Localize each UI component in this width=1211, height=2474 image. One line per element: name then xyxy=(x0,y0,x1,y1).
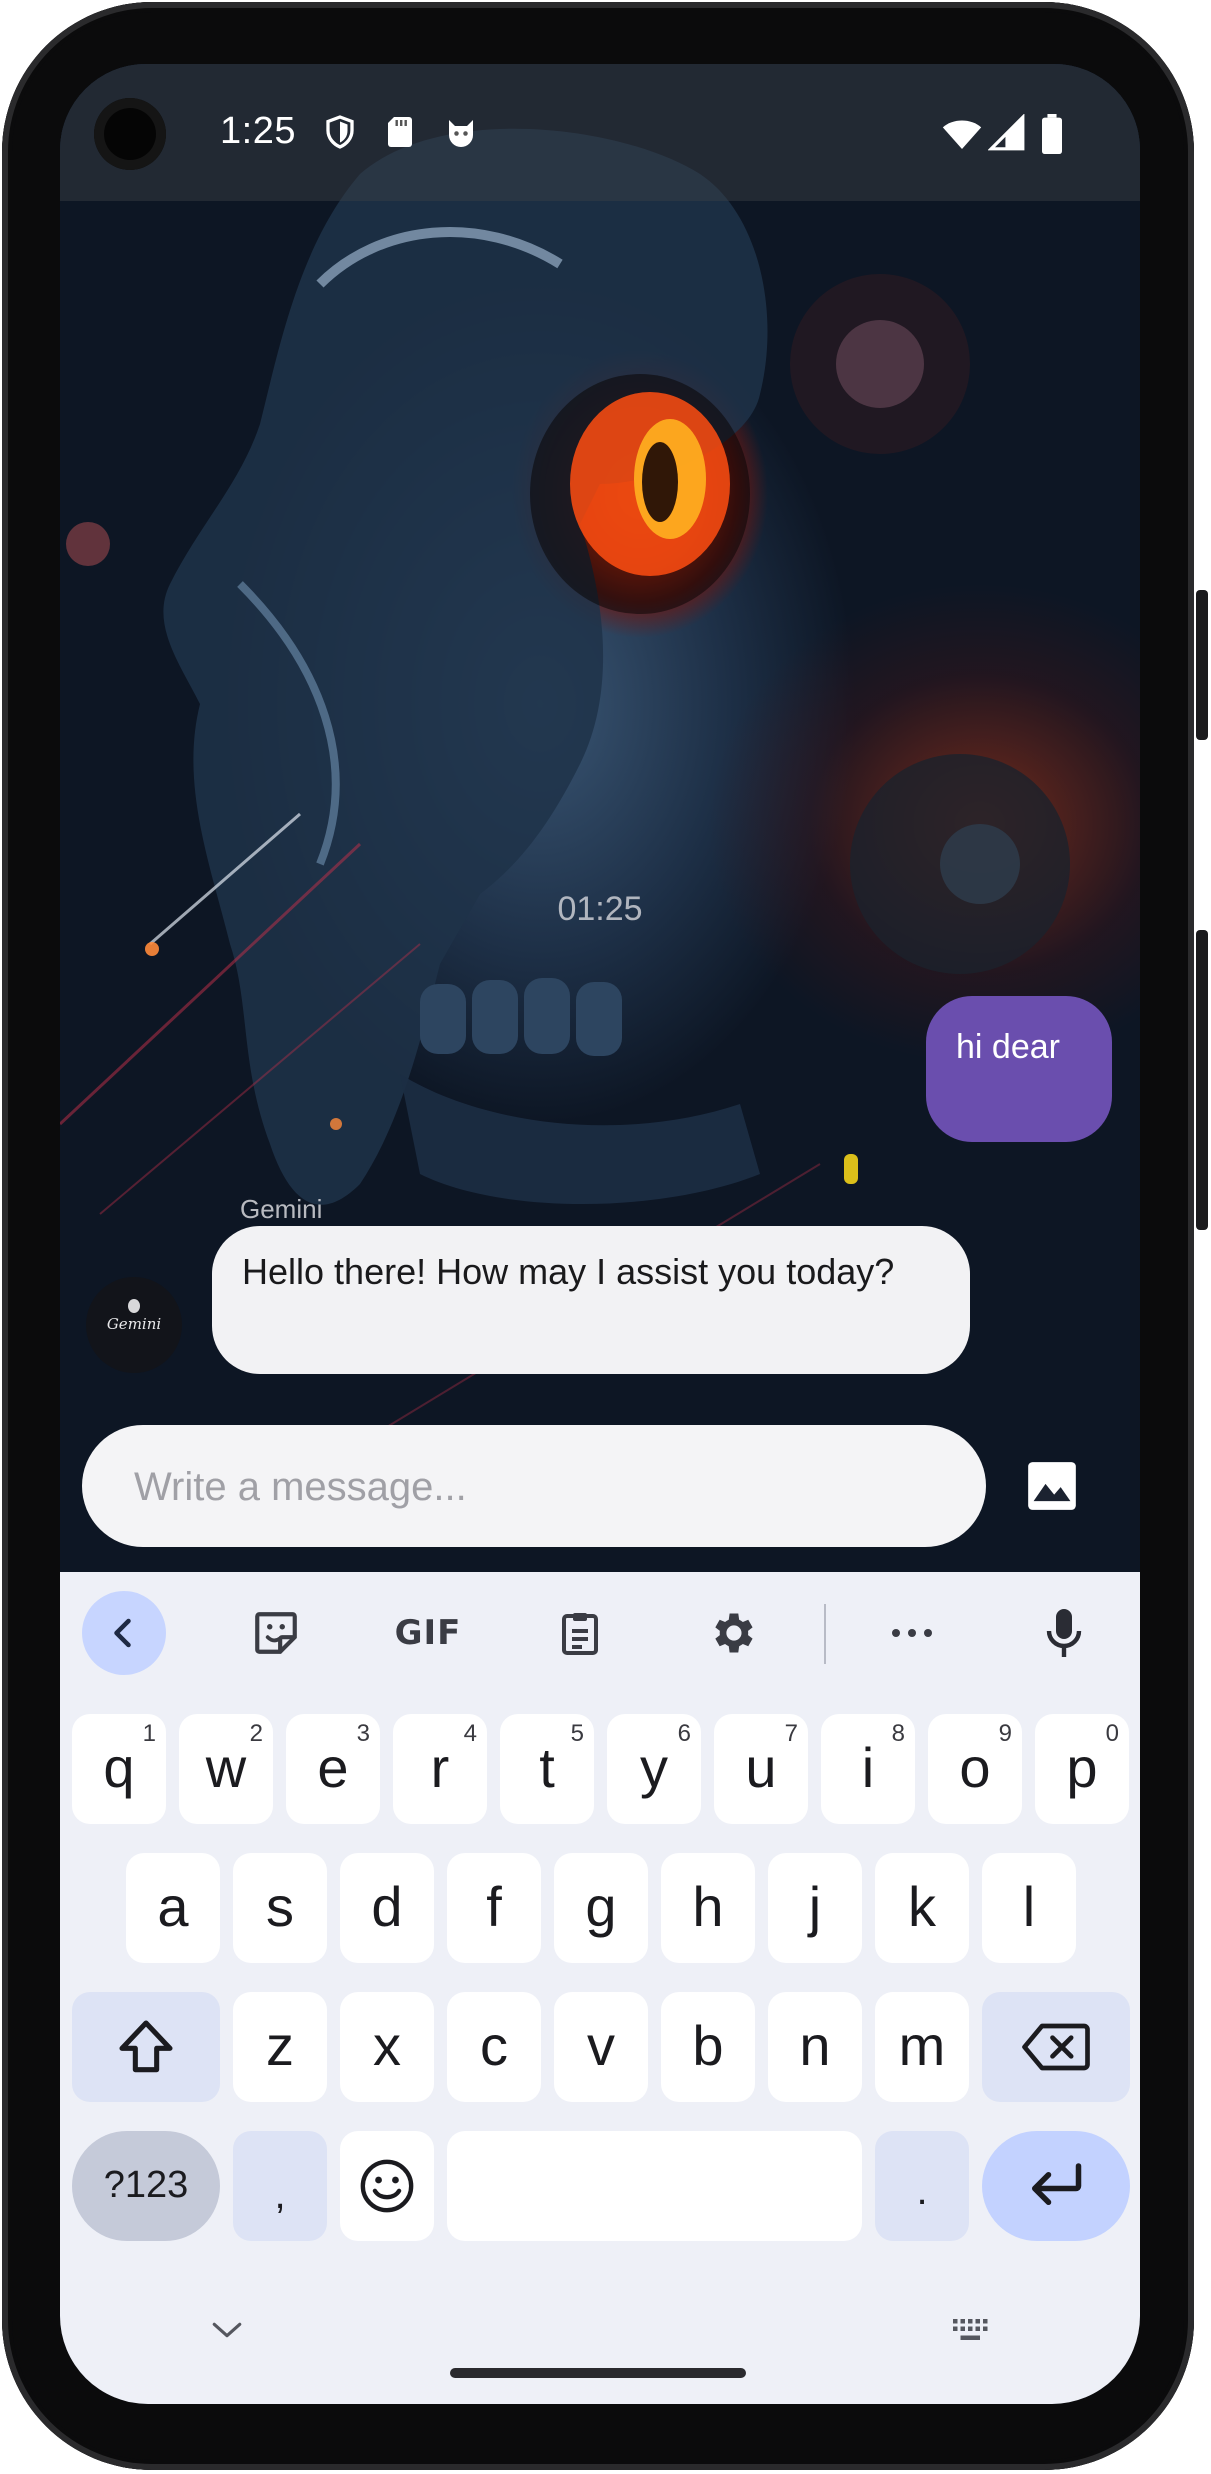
key-label: u xyxy=(745,1736,777,1799)
status-bar: 1:25 xyxy=(60,64,1140,201)
enter-key[interactable] xyxy=(982,2131,1130,2241)
key-y[interactable]: y6 xyxy=(607,1714,701,1824)
clipboard-icon xyxy=(562,1613,598,1655)
back-chevron-icon xyxy=(114,1618,131,1648)
key-w[interactable]: w2 xyxy=(179,1714,273,1824)
key-d[interactable]: d xyxy=(340,1853,434,1963)
key-label: i xyxy=(861,1736,875,1799)
sticker-button[interactable] xyxy=(234,1591,318,1675)
volume-button xyxy=(1196,930,1208,1230)
key-label: p xyxy=(1066,1736,1098,1799)
key-label: q xyxy=(103,1736,135,1799)
key-hint: 0 xyxy=(1105,1720,1119,1747)
sticker-icon xyxy=(255,1612,297,1654)
key-v[interactable]: v xyxy=(554,1992,648,2102)
key-e[interactable]: e3 xyxy=(286,1714,380,1824)
key-p[interactable]: p0 xyxy=(1035,1714,1129,1824)
wifi-icon xyxy=(942,120,982,149)
key-hint: 5 xyxy=(570,1720,584,1747)
signal-icon xyxy=(988,114,1025,151)
key-k[interactable]: k xyxy=(875,1853,969,1963)
key-label: w xyxy=(205,1736,247,1799)
hide-keyboard-icon[interactable] xyxy=(210,2319,244,2341)
key-label: t xyxy=(539,1736,555,1799)
key-label: y xyxy=(640,1736,668,1799)
sd-card-icon xyxy=(388,117,412,147)
keyboard-switch-icon[interactable] xyxy=(950,2316,992,2346)
battery-icon xyxy=(1042,114,1062,154)
bot-sender-name: Gemini xyxy=(240,1194,323,1224)
key-l[interactable]: l xyxy=(982,1853,1076,1963)
keyboard xyxy=(60,1572,1140,2404)
avatar-logo-text: Gemini xyxy=(106,1315,162,1333)
space-key[interactable] xyxy=(447,2131,862,2241)
period-key[interactable]: . xyxy=(875,2131,969,2241)
key-s[interactable]: s xyxy=(233,1853,327,1963)
comma-key[interactable]: , xyxy=(233,2131,327,2241)
user-message-bubble[interactable]: hi dear xyxy=(926,996,1112,1142)
enter-icon xyxy=(1032,2163,1082,2205)
key-q[interactable]: q1 xyxy=(72,1714,166,1824)
key-hint: 2 xyxy=(249,1720,263,1747)
key-b[interactable]: b xyxy=(661,1992,755,2102)
gesture-navigation-handle[interactable] xyxy=(450,2368,746,2378)
key-hint: 4 xyxy=(463,1720,477,1747)
key-hint: 3 xyxy=(356,1720,370,1747)
key-i[interactable]: i8 xyxy=(821,1714,915,1824)
key-j[interactable]: j xyxy=(768,1853,862,1963)
key-h[interactable]: h xyxy=(661,1853,755,1963)
bot-avatar[interactable]: Gemini xyxy=(86,1277,182,1373)
key-hint: 7 xyxy=(784,1720,798,1747)
key-hint: 9 xyxy=(998,1720,1012,1747)
bot-message-bubble[interactable]: Hello there! How may I assist you today? xyxy=(212,1226,970,1374)
shield-icon xyxy=(326,115,354,149)
avatar-emblem-icon xyxy=(128,1299,140,1313)
key-g[interactable]: g xyxy=(554,1853,648,1963)
settings-icon xyxy=(715,1613,753,1653)
power-button xyxy=(1196,590,1208,740)
backspace-key[interactable] xyxy=(982,1992,1130,2102)
key-hint: 8 xyxy=(891,1720,905,1747)
key-label: o xyxy=(959,1736,991,1799)
clipboard-button[interactable] xyxy=(538,1591,622,1675)
voice-input-button[interactable] xyxy=(1022,1591,1106,1675)
key-u[interactable]: u7 xyxy=(714,1714,808,1824)
image-attach-icon[interactable] xyxy=(1026,1460,1078,1512)
more-button[interactable] xyxy=(870,1591,954,1675)
shift-key[interactable] xyxy=(72,1992,220,2102)
front-camera xyxy=(94,98,166,170)
key-o[interactable]: o9 xyxy=(928,1714,1022,1824)
more-icon xyxy=(892,1629,932,1637)
status-time: 1:25 xyxy=(220,110,296,152)
key-label: e xyxy=(317,1736,349,1799)
message-input[interactable] xyxy=(132,1425,956,1549)
shift-icon xyxy=(119,2020,173,2073)
key-t[interactable]: t5 xyxy=(500,1714,594,1824)
emoji-icon xyxy=(360,2159,414,2213)
toolbar-divider xyxy=(824,1604,826,1664)
gif-icon: GIF xyxy=(394,1613,462,1653)
key-c[interactable]: c xyxy=(447,1992,541,2102)
key-a[interactable]: a xyxy=(126,1853,220,1963)
symbols-key[interactable]: ?123 xyxy=(72,2131,220,2241)
key-z[interactable]: z xyxy=(233,1992,327,2102)
keyboard-back-button[interactable] xyxy=(82,1591,166,1675)
message-input-container xyxy=(82,1425,986,1549)
key-n[interactable]: n xyxy=(768,1992,862,2102)
key-f[interactable]: f xyxy=(447,1853,541,1963)
screen: 1:25 01:25 hi dear Gemini Gemini Hello t… xyxy=(60,64,1140,2404)
message-timestamp: 01:25 xyxy=(557,890,643,928)
microphone-icon xyxy=(1046,1609,1082,1657)
key-x[interactable]: x xyxy=(340,1992,434,2102)
cat-face-icon xyxy=(449,120,473,147)
emoji-key[interactable] xyxy=(340,2131,434,2241)
key-hint: 1 xyxy=(142,1720,156,1747)
keyboard-settings-button[interactable] xyxy=(690,1591,774,1675)
key-m[interactable]: m xyxy=(875,1992,969,2102)
key-hint: 6 xyxy=(677,1720,691,1747)
key-r[interactable]: r4 xyxy=(393,1714,487,1824)
backspace-icon xyxy=(1022,2023,1090,2071)
key-label: r xyxy=(430,1736,450,1799)
gif-button[interactable]: GIF xyxy=(386,1591,470,1675)
